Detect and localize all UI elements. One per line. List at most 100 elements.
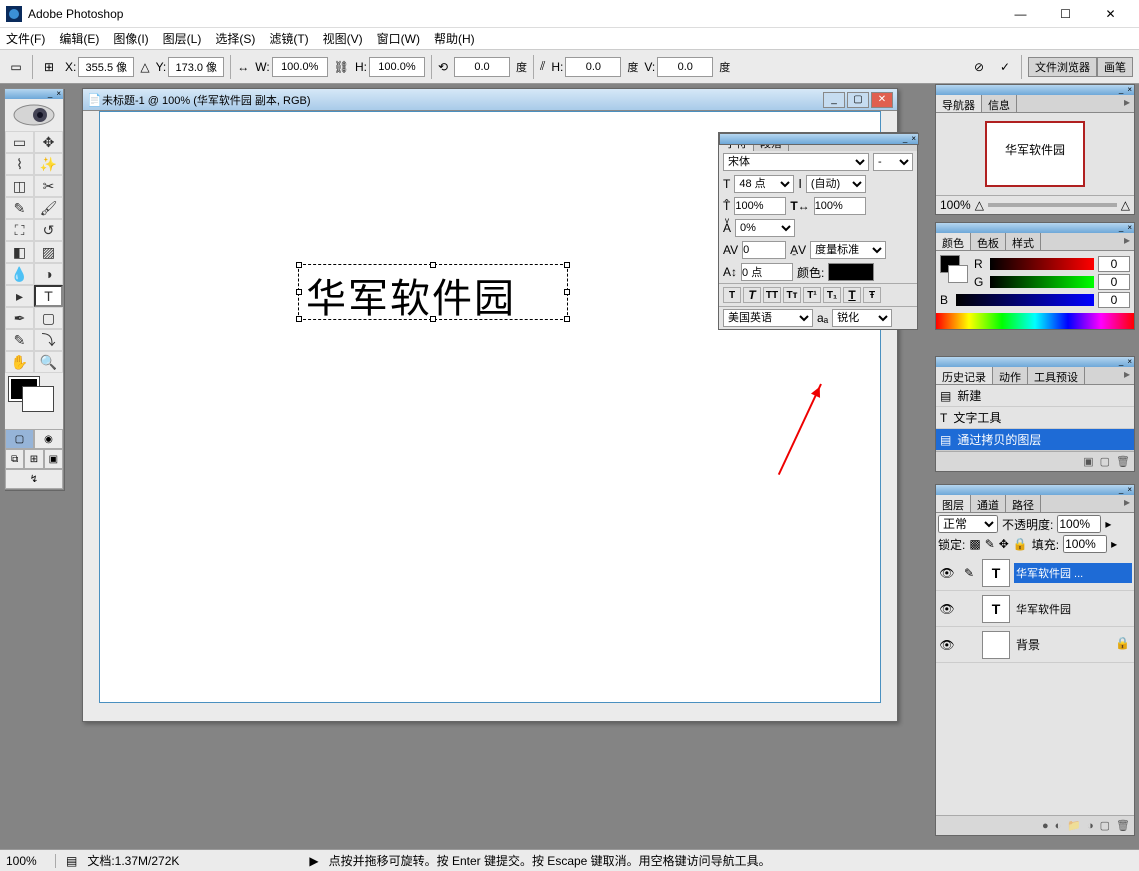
screen-mode-1-icon[interactable]: ⧉ — [5, 449, 24, 469]
color-panel-close-icon[interactable]: × — [1125, 224, 1134, 232]
visibility-icon[interactable]: 👁 — [938, 638, 956, 652]
standard-mode-icon[interactable]: ▢ — [5, 429, 34, 449]
transform-tool-icon[interactable]: ▭ — [6, 57, 26, 77]
tab-paths[interactable]: 路径 — [1006, 495, 1041, 512]
nav-zoom-in-icon[interactable]: △ — [1121, 198, 1130, 212]
layers-panel-minimize-icon[interactable]: _ — [1117, 486, 1125, 494]
tab-actions[interactable]: 动作 — [993, 367, 1028, 384]
history-panel-minimize-icon[interactable]: _ — [1117, 358, 1125, 366]
tab-styles[interactable]: 样式 — [1006, 233, 1041, 250]
slice-tool-icon[interactable]: ✂ — [34, 175, 63, 197]
char-panel-minimize-icon[interactable]: _ — [901, 135, 909, 143]
tab-color[interactable]: 颜色 — [936, 233, 971, 250]
history-item[interactable]: ▤新建 — [936, 385, 1134, 407]
vscale-input[interactable] — [734, 197, 786, 215]
doc-minimize-button[interactable]: _ — [823, 92, 845, 108]
blend-mode-select[interactable]: 正常 — [938, 515, 998, 533]
commit-transform-icon[interactable]: ✓ — [995, 57, 1015, 77]
lock-all-icon[interactable]: 🔒 — [1013, 537, 1028, 551]
b-slider[interactable] — [956, 294, 1094, 306]
history-panel-close-icon[interactable]: × — [1125, 358, 1134, 366]
stamp-tool-icon[interactable]: ⛶ — [5, 219, 34, 241]
healing-tool-icon[interactable]: ✎ — [5, 197, 34, 219]
doc-close-button[interactable]: ✕ — [871, 92, 893, 108]
zoom-tool-icon[interactable]: 🔍 — [34, 351, 63, 373]
toolbox-close-icon[interactable]: × — [54, 90, 63, 98]
hscale-input[interactable] — [814, 197, 866, 215]
tab-history[interactable]: 历史记录 — [936, 367, 993, 384]
hand-tool-icon[interactable]: ✋ — [5, 351, 34, 373]
doc-maximize-button[interactable]: ▢ — [847, 92, 869, 108]
subscript-button[interactable]: T₁ — [823, 287, 841, 303]
wand-tool-icon[interactable]: ✨ — [34, 153, 63, 175]
fill-menu-icon[interactable]: ▸ — [1111, 537, 1117, 551]
move-tool-icon[interactable]: ✥ — [34, 131, 63, 153]
type-tool-icon[interactable]: T — [34, 285, 63, 307]
menu-window[interactable]: 窗口(W) — [377, 30, 420, 47]
layer-name[interactable]: 华军软件园 ... — [1014, 563, 1132, 583]
nav-panel-close-icon[interactable]: × — [1125, 86, 1134, 94]
skewh-input[interactable] — [565, 57, 621, 77]
navigator-preview[interactable]: 华军软件园 — [985, 121, 1085, 187]
menu-file[interactable]: 文件(F) — [6, 30, 45, 47]
allcaps-button[interactable]: TT — [763, 287, 781, 303]
notes-tool-icon[interactable]: ✎ — [5, 329, 34, 351]
baseline-input[interactable] — [741, 263, 793, 281]
layer-thumbnail[interactable]: T — [982, 595, 1010, 623]
opacity-input[interactable] — [1057, 515, 1101, 533]
menu-image[interactable]: 图像(I) — [113, 30, 148, 47]
menu-view[interactable]: 视图(V) — [323, 30, 363, 47]
brush-tool-icon[interactable]: 🖌 — [34, 197, 63, 219]
minimize-button[interactable]: — — [998, 0, 1043, 28]
delete-layer-icon[interactable]: 🗑 — [1116, 819, 1130, 832]
layer-row[interactable]: 👁 ✎ T 华军软件园 ... — [936, 555, 1134, 591]
shape-tool-icon[interactable]: ▢ — [34, 307, 63, 329]
layer-mask-icon[interactable]: ◐ — [1055, 820, 1062, 832]
reference-point-icon[interactable]: ⊞ — [39, 57, 59, 77]
screen-mode-3-icon[interactable]: ▣ — [44, 449, 63, 469]
tab-channels[interactable]: 通道 — [971, 495, 1006, 512]
color-spectrum[interactable] — [936, 313, 1134, 329]
close-button[interactable]: ✕ — [1088, 0, 1133, 28]
x-input[interactable] — [78, 57, 134, 77]
menu-layer[interactable]: 图层(L) — [163, 30, 202, 47]
color-panel-menu-icon[interactable]: ▸ — [1120, 233, 1134, 250]
eyedropper-tool-icon[interactable]: ⤵ — [34, 329, 63, 351]
visibility-icon[interactable]: 👁 — [938, 602, 956, 616]
menu-edit[interactable]: 编辑(E) — [59, 30, 99, 47]
tab-brushes[interactable]: 画笔 — [1097, 57, 1133, 77]
text-color-swatch[interactable] — [828, 263, 874, 281]
bold-button[interactable]: T — [723, 287, 741, 303]
status-menu-icon[interactable]: ▤ — [66, 854, 77, 868]
layer-style-icon[interactable]: ● — [1042, 820, 1049, 832]
new-layer-icon[interactable]: ▢ — [1100, 819, 1110, 832]
pen-tool-icon[interactable]: ✒ — [5, 307, 34, 329]
w-input[interactable] — [272, 57, 328, 77]
cancel-transform-icon[interactable]: ⊘ — [969, 57, 989, 77]
eraser-tool-icon[interactable]: ◧ — [5, 241, 34, 263]
background-color[interactable] — [23, 387, 53, 411]
skewv-input[interactable] — [657, 57, 713, 77]
transform-box[interactable] — [298, 264, 568, 320]
tracking-input[interactable] — [742, 241, 786, 259]
g-slider[interactable] — [990, 276, 1094, 288]
b-input[interactable] — [1098, 292, 1130, 308]
lock-pixels-icon[interactable]: ✎ — [985, 537, 995, 551]
visibility-icon[interactable]: 👁 — [938, 566, 956, 580]
layers-panel-close-icon[interactable]: × — [1125, 486, 1134, 494]
path-tool-icon[interactable]: ▸ — [5, 285, 34, 307]
lasso-tool-icon[interactable]: ⌇ — [5, 153, 34, 175]
nav-zoom-value[interactable]: 100% — [940, 198, 971, 212]
font-size-select[interactable]: 48 点 — [734, 175, 794, 193]
color-panel-minimize-icon[interactable]: _ — [1117, 224, 1125, 232]
layer-thumbnail[interactable] — [982, 631, 1010, 659]
menu-help[interactable]: 帮助(H) — [434, 30, 475, 47]
nav-zoom-slider[interactable] — [988, 203, 1117, 207]
quickmask-mode-icon[interactable]: ◉ — [34, 429, 63, 449]
dodge-tool-icon[interactable]: ◑ — [34, 263, 63, 285]
tab-layers[interactable]: 图层 — [936, 495, 971, 512]
screen-mode-2-icon[interactable]: ⊞ — [24, 449, 43, 469]
language-select[interactable]: 美国英语 — [723, 309, 813, 327]
antialias-select[interactable]: 锐化 — [832, 309, 892, 327]
y-input[interactable] — [168, 57, 224, 77]
